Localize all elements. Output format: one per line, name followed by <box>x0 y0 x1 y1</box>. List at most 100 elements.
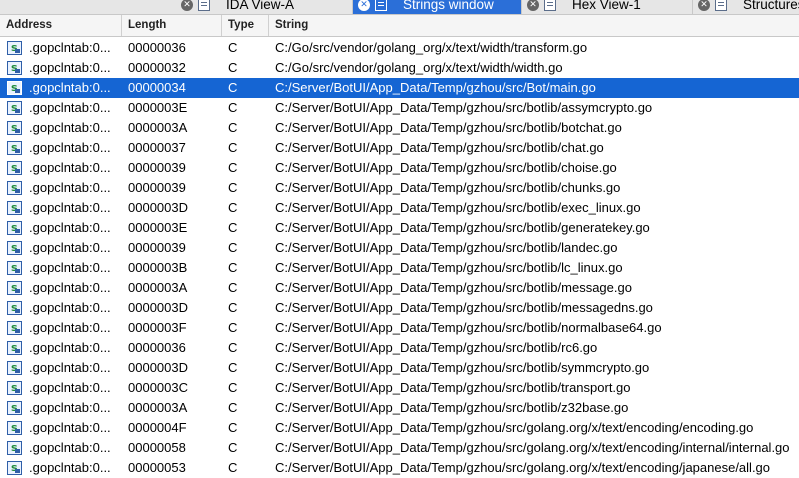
text-view-icon <box>198 0 210 11</box>
table-row[interactable]: .gopclntab:0... 0000003E C C:/Server/BotUI/… <box>0 98 799 118</box>
tab-ida-view-a[interactable]: ✕ IDA View-A <box>176 0 353 14</box>
string-icon <box>7 161 22 175</box>
type-cell: C <box>228 440 238 455</box>
string-icon <box>7 61 22 75</box>
string-icon <box>7 181 22 195</box>
string-icon <box>7 461 22 475</box>
tab-structures[interactable]: ✕ Structures <box>693 0 799 14</box>
string-cell: C:/Server/BotUI/App_Data/Temp/gzhou/src/… <box>275 100 653 115</box>
string-icon <box>7 221 22 235</box>
type-cell: C <box>228 40 238 55</box>
length-cell: 0000003A <box>128 120 188 135</box>
type-cell: C <box>228 80 238 95</box>
address-cell: .gopclntab:0... <box>29 60 111 75</box>
length-cell: 00000036 <box>128 340 186 355</box>
close-icon[interactable]: ✕ <box>181 0 193 11</box>
string-cell: C:/Server/BotUI/App_Data/Temp/gzhou/src/… <box>275 200 641 215</box>
table-row[interactable]: .gopclntab:0... 00000032 C C:/Go/src/vendor… <box>0 58 799 78</box>
string-cell: C:/Server/BotUI/App_Data/Temp/gzhou/src/… <box>275 280 632 295</box>
string-icon <box>7 41 22 55</box>
table-row[interactable]: .gopclntab:0... 0000004F C C:/Server/BotUI/… <box>0 418 799 438</box>
length-cell: 00000039 <box>128 180 186 195</box>
type-cell: C <box>228 60 238 75</box>
table-row[interactable]: .gopclntab:0... 0000003F C C:/Server/BotUI/… <box>0 318 799 338</box>
length-cell: 0000003E <box>128 100 188 115</box>
tab-hex-view-1[interactable]: ✕ Hex View-1 <box>522 0 693 14</box>
string-icon <box>7 81 22 95</box>
string-cell: C:/Server/BotUI/App_Data/Temp/gzhou/src/… <box>275 460 771 475</box>
table-row[interactable]: .gopclntab:0... 0000003D C C:/Server/BotUI/… <box>0 358 799 378</box>
table-row[interactable]: .gopclntab:0... 00000053 C C:/Server/BotUI/… <box>0 458 799 478</box>
string-icon <box>7 281 22 295</box>
string-icon <box>7 261 22 275</box>
address-cell: .gopclntab:0... <box>29 220 111 235</box>
address-cell: .gopclntab:0... <box>29 400 111 415</box>
tab-label: Hex View-1 <box>572 0 641 12</box>
string-icon <box>7 301 22 315</box>
length-cell: 0000003D <box>128 200 188 215</box>
string-icon <box>7 321 22 335</box>
address-cell: .gopclntab:0... <box>29 180 111 195</box>
string-cell: C:/Server/BotUI/App_Data/Temp/gzhou/src/… <box>275 440 790 455</box>
address-cell: .gopclntab:0... <box>29 460 111 475</box>
table-row[interactable]: .gopclntab:0... 0000003A C C:/Server/BotUI/… <box>0 118 799 138</box>
table-row[interactable]: .gopclntab:0... 0000003C C C:/Server/BotUI/… <box>0 378 799 398</box>
string-icon <box>7 141 22 155</box>
table-row[interactable]: .gopclntab:0... 00000034 C C:/Server/BotUI/… <box>0 78 799 98</box>
table-row[interactable]: .gopclntab:0... 0000003D C C:/Server/BotUI/… <box>0 298 799 318</box>
close-icon[interactable]: ✕ <box>698 0 710 11</box>
string-icon <box>7 81 22 95</box>
length-cell: 00000037 <box>128 140 186 155</box>
string-icon <box>7 421 22 435</box>
table-row[interactable]: .gopclntab:0... 00000039 C C:/Server/BotUI/… <box>0 178 799 198</box>
address-cell: .gopclntab:0... <box>29 160 111 175</box>
table-row[interactable]: .gopclntab:0... 00000039 C C:/Server/BotUI/… <box>0 158 799 178</box>
string-cell: C:/Server/BotUI/App_Data/Temp/gzhou/src/… <box>275 140 604 155</box>
table-row[interactable]: .gopclntab:0... 00000036 C C:/Go/src/vendor… <box>0 38 799 58</box>
table-row[interactable]: .gopclntab:0... 00000058 C C:/Server/BotUI/… <box>0 438 799 458</box>
string-cell: C:/Server/BotUI/App_Data/Temp/gzhou/src/… <box>275 380 631 395</box>
string-icon <box>7 101 22 115</box>
string-cell: C:/Server/BotUI/App_Data/Temp/gzhou/src/… <box>275 160 617 175</box>
type-cell: C <box>228 100 238 115</box>
address-cell: .gopclntab:0... <box>29 320 111 335</box>
address-cell: .gopclntab:0... <box>29 340 111 355</box>
type-cell: C <box>228 120 238 135</box>
tab-label: IDA View-A <box>226 0 295 12</box>
string-icon <box>7 441 22 455</box>
string-cell: C:/Server/BotUI/App_Data/Temp/gzhou/src/… <box>275 340 598 355</box>
string-icon <box>7 301 22 315</box>
string-icon <box>7 401 22 415</box>
column-header-type[interactable]: Type <box>222 15 269 36</box>
column-header-address[interactable]: Address <box>0 15 122 36</box>
table-row[interactable]: .gopclntab:0... 0000003D C C:/Server/BotUI/… <box>0 198 799 218</box>
string-cell: C:/Server/BotUI/App_Data/Temp/gzhou/src/… <box>275 300 653 315</box>
table-row[interactable]: .gopclntab:0... 00000037 C C:/Server/BotUI/… <box>0 138 799 158</box>
table-row[interactable]: .gopclntab:0... 0000003A C C:/Server/BotUI/… <box>0 398 799 418</box>
close-icon[interactable]: ✕ <box>358 0 370 11</box>
table-row[interactable]: .gopclntab:0... 0000003E C C:/Server/BotUI/… <box>0 218 799 238</box>
address-cell: .gopclntab:0... <box>29 260 111 275</box>
column-header-length[interactable]: Length <box>122 15 222 36</box>
tab-strings-window[interactable]: ✕ Strings window <box>353 0 522 14</box>
string-icon <box>7 261 22 275</box>
string-cell: C:/Server/BotUI/App_Data/Temp/gzhou/src/… <box>275 220 650 235</box>
tab-bar: ✕ IDA View-A ✕ Strings window ✕ Hex View… <box>0 0 799 15</box>
string-cell: C:/Server/BotUI/App_Data/Temp/gzhou/src/… <box>275 260 623 275</box>
type-cell: C <box>228 400 238 415</box>
address-cell: .gopclntab:0... <box>29 280 111 295</box>
type-cell: C <box>228 220 238 235</box>
table-row[interactable]: .gopclntab:0... 0000003B C C:/Server/BotUI/… <box>0 258 799 278</box>
length-cell: 00000058 <box>128 440 186 455</box>
string-icon <box>7 201 22 215</box>
string-cell: C:/Server/BotUI/App_Data/Temp/gzhou/src/… <box>275 120 622 135</box>
column-header-string[interactable]: String <box>269 15 799 36</box>
length-cell: 00000039 <box>128 240 186 255</box>
table-row[interactable]: .gopclntab:0... 00000036 C C:/Server/BotUI/… <box>0 338 799 358</box>
length-cell: 00000053 <box>128 460 186 475</box>
table-row[interactable]: .gopclntab:0... 00000039 C C:/Server/BotUI/… <box>0 238 799 258</box>
string-icon <box>7 221 22 235</box>
address-cell: .gopclntab:0... <box>29 120 111 135</box>
close-icon[interactable]: ✕ <box>527 0 539 11</box>
table-row[interactable]: .gopclntab:0... 0000003A C C:/Server/BotUI/… <box>0 278 799 298</box>
